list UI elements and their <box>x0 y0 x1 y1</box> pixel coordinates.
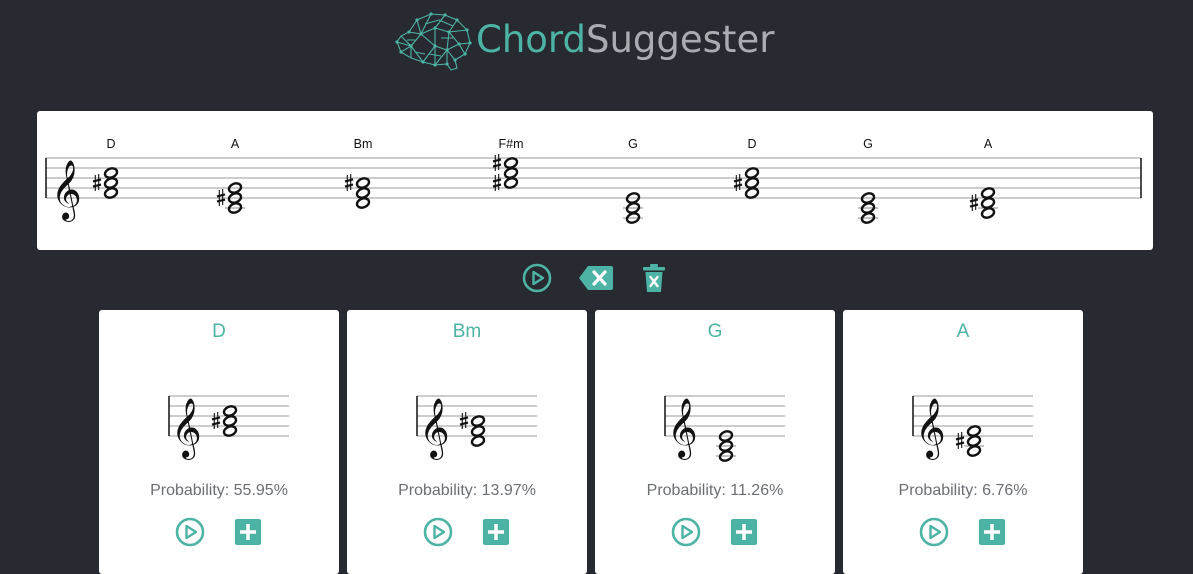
add-chord-plus-icon[interactable] <box>483 519 509 545</box>
suggestion-chord-staff: 𝄞 <box>168 395 289 460</box>
brain-network-logo-icon <box>395 12 472 71</box>
suggestion-card: Bm 𝄞 Probability: 13.97% <box>347 310 587 574</box>
progression-chord-label: A <box>984 137 993 151</box>
treble-clef: 𝄞 <box>667 398 698 460</box>
progression-staff-panel: 𝄞 D A Bm F#m G D G A <box>37 111 1153 250</box>
suggestion-chord-name: Bm <box>452 321 482 342</box>
note-head <box>980 187 996 199</box>
app-title-part2: Suggester <box>585 18 775 61</box>
note-head <box>103 167 119 179</box>
suggestion-chord-staff: 𝄞 <box>416 395 537 460</box>
play-circle-icon[interactable] <box>422 516 454 548</box>
progression-chord-label: G <box>863 137 873 151</box>
chord-notes <box>969 187 998 219</box>
chord-notes <box>344 174 371 209</box>
play-circle-icon[interactable] <box>521 262 553 294</box>
suggestion-probability: Probability: 11.26% <box>646 482 784 499</box>
treble-clef: 𝄞 <box>915 398 946 460</box>
suggestion-chord-staff: 𝄞 <box>912 395 1033 460</box>
treble-clef: 𝄞 <box>51 160 82 222</box>
chord-notes <box>955 425 984 457</box>
play-circle-icon[interactable] <box>918 516 950 548</box>
chord-notes <box>716 430 736 462</box>
progression-chord-label: G <box>628 137 638 151</box>
note-head <box>222 405 238 417</box>
chord-notes <box>492 154 519 191</box>
suggestion-probability: Probability: 6.76% <box>898 482 1028 499</box>
add-chord-plus-icon[interactable] <box>979 519 1005 545</box>
chord-notes <box>733 167 760 199</box>
progression-staff: 𝄞 D A Bm F#m G D G A <box>45 137 1142 224</box>
treble-clef: 𝄞 <box>419 398 450 460</box>
progression-chord-label: D <box>106 137 115 151</box>
play-circle-icon[interactable] <box>670 516 702 548</box>
sharp-sign <box>955 432 965 449</box>
chord-notes <box>92 167 119 199</box>
suggestion-card: D 𝄞 Probability: 55.95% <box>99 310 339 574</box>
suggestion-chord-name: D <box>212 321 226 342</box>
note-head <box>966 425 982 437</box>
sharp-sign <box>969 194 979 211</box>
note-head <box>744 167 760 179</box>
app-header: ChordSuggester <box>0 0 1193 80</box>
note-head <box>503 157 519 169</box>
chord-notes <box>858 192 878 224</box>
chord-notes <box>211 405 238 437</box>
progression-chord-label: Bm <box>354 137 373 151</box>
progression-chord-label: A <box>231 137 240 151</box>
suggestion-probability: Probability: 55.95% <box>150 482 288 499</box>
suggestion-probability: Probability: 13.97% <box>398 482 536 499</box>
app-title: ChordSuggester <box>476 18 774 62</box>
play-circle-icon[interactable] <box>174 516 206 548</box>
backspace-icon[interactable] <box>578 265 614 291</box>
treble-clef: 𝄞 <box>171 398 202 460</box>
suggestion-chord-name: G <box>707 321 723 342</box>
suggestion-card: G 𝄞 Probability: 11.26% <box>595 310 835 574</box>
progression-chord-label: F#m <box>499 137 524 151</box>
suggestion-chord-staff: 𝄞 <box>664 395 785 462</box>
suggestion-chord-name: A <box>956 321 970 342</box>
app-title-part1: Chord <box>476 18 586 61</box>
add-chord-plus-icon[interactable] <box>235 519 261 545</box>
note-head <box>470 415 486 427</box>
trash-icon[interactable] <box>642 262 666 294</box>
progression-chord-label: D <box>747 137 756 151</box>
chord-notes <box>459 412 486 447</box>
suggestion-card: A 𝄞 Probability: 6.76% <box>843 310 1083 574</box>
chord-notes <box>623 192 643 224</box>
progression-controls <box>0 262 1193 298</box>
add-chord-plus-icon[interactable] <box>731 519 757 545</box>
note-head <box>355 177 371 189</box>
